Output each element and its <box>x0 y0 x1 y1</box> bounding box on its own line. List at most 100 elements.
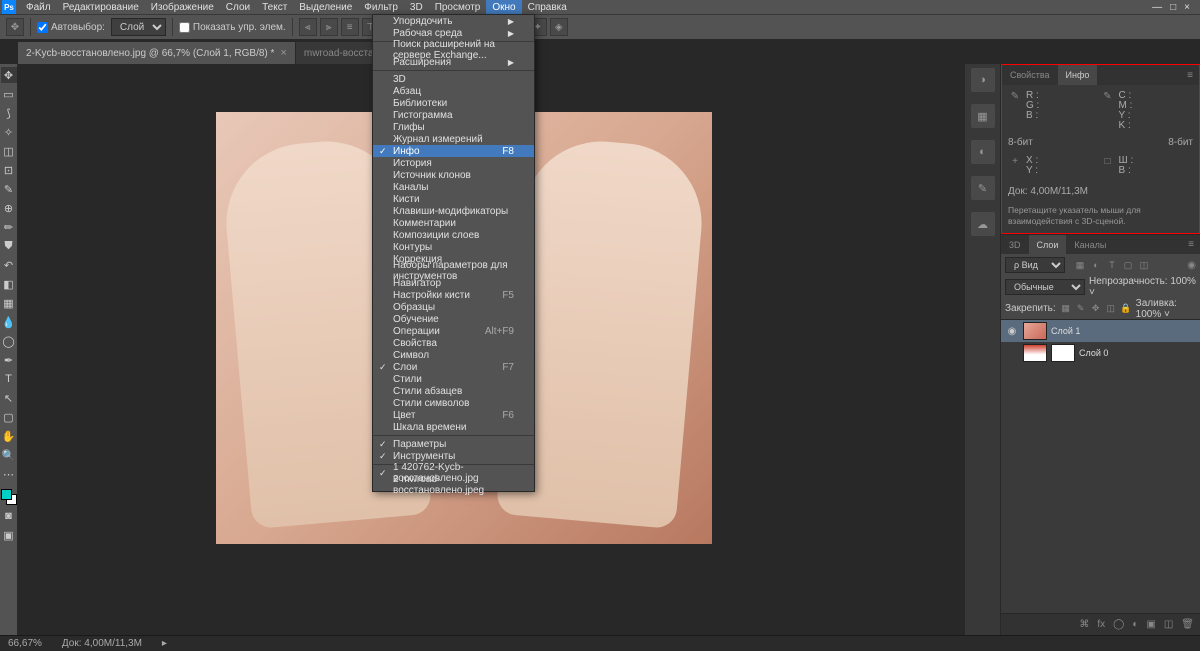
status-zoom[interactable]: 66,67% <box>8 638 42 649</box>
menu-item-свойства[interactable]: Свойства <box>373 337 534 349</box>
layer-filter-kind[interactable]: ρ Вид <box>1005 257 1065 273</box>
tab-channels[interactable]: Каналы <box>1066 235 1114 255</box>
3d-other-icon[interactable]: ◈ <box>550 18 568 36</box>
close-tab-icon[interactable]: × <box>280 47 286 59</box>
menu-image[interactable]: Изображение <box>145 0 220 14</box>
layer-name[interactable]: Слой 1 <box>1051 326 1080 336</box>
menu-item-стили-абзацев[interactable]: Стили абзацев <box>373 385 534 397</box>
menu-item-образцы[interactable]: Образцы <box>373 301 534 313</box>
menu-item-инфо[interactable]: ✓ИнфоF8 <box>373 145 534 157</box>
menu-item-цвет[interactable]: ЦветF6 <box>373 409 534 421</box>
tab-3d[interactable]: 3D <box>1001 235 1029 255</box>
eraser-tool[interactable]: ◧ <box>1 276 17 292</box>
menu-item-абзац[interactable]: Абзац <box>373 85 534 97</box>
filter-shape-icon[interactable]: ▢ <box>1121 258 1135 272</box>
history-brush-tool[interactable]: ↶ <box>1 257 17 273</box>
new-layer-icon[interactable]: ◫ <box>1164 619 1173 630</box>
autoselect-mode[interactable]: Слой <box>111 18 166 36</box>
link-layers-icon[interactable]: ⌘ <box>1079 619 1089 630</box>
menu-item-источник-клонов[interactable]: Источник клонов <box>373 169 534 181</box>
move-tool[interactable]: ✥ <box>1 67 17 83</box>
menu-window[interactable]: Окно <box>486 0 521 14</box>
menu-item-упорядочить[interactable]: Упорядочить▶ <box>373 15 534 27</box>
panel-menu-icon[interactable]: ≡ <box>1182 239 1200 250</box>
menu-item-3d[interactable]: 3D <box>373 73 534 85</box>
tab-info[interactable]: Инфо <box>1058 65 1098 85</box>
lock-all-icon[interactable]: 🔒 <box>1120 303 1132 315</box>
show-controls-checkbox[interactable]: Показать упр. элем. <box>179 22 286 33</box>
filter-adjust-icon[interactable]: ◐ <box>1089 258 1103 272</box>
menu-item-клавиши-модификаторы[interactable]: Клавиши-модификаторы <box>373 205 534 217</box>
menu-text[interactable]: Текст <box>256 0 293 14</box>
align-left-icon[interactable]: ⫷ <box>299 18 317 36</box>
dodge-tool[interactable]: ◯ <box>1 333 17 349</box>
layer-name[interactable]: Слой 0 <box>1079 348 1108 358</box>
swatches-dock-icon[interactable]: ▦ <box>971 104 995 128</box>
library-dock-icon[interactable]: ☁ <box>971 212 995 236</box>
menu-item-композиции-слоев[interactable]: Композиции слоев <box>373 229 534 241</box>
layer-row[interactable]: ◉ Слой 1 <box>1001 320 1200 342</box>
opacity-value[interactable]: 100% <box>1170 276 1196 287</box>
menu-item-стили-символов[interactable]: Стили символов <box>373 397 534 409</box>
adjust-dock-icon[interactable]: ◐ <box>971 140 995 164</box>
tool-preset-icon[interactable]: ✥ <box>6 18 24 36</box>
menu-item-глифы[interactable]: Глифы <box>373 121 534 133</box>
zoom-tool[interactable]: 🔍 <box>1 447 17 463</box>
document-tab[interactable]: 2-Kycb-восстановлено.jpg @ 66,7% (Слой 1… <box>18 42 295 64</box>
shape-tool[interactable]: ▢ <box>1 409 17 425</box>
menu-item-2-mwroad-восстановлено-jpeg[interactable]: 2 mwroad-восстановлено.jpeg <box>373 479 534 491</box>
pen-tool[interactable]: ✒ <box>1 352 17 368</box>
eyedropper-tool[interactable]: ✎ <box>1 181 17 197</box>
stamp-tool[interactable]: ⛊ <box>1 238 17 254</box>
lock-artboard-icon[interactable]: ◫ <box>1105 303 1117 315</box>
menu-item-инструменты[interactable]: ✓Инструменты <box>373 450 534 462</box>
menu-help[interactable]: Справка <box>522 0 573 14</box>
menu-item-каналы[interactable]: Каналы <box>373 181 534 193</box>
filter-smart-icon[interactable]: ◫ <box>1137 258 1151 272</box>
crop-tool[interactable]: ◫ <box>1 143 17 159</box>
marquee-tool[interactable]: ▭ <box>1 86 17 102</box>
tab-layers[interactable]: Слои <box>1029 235 1067 255</box>
fx-icon[interactable]: fx <box>1097 619 1105 630</box>
status-arrow-icon[interactable]: ▸ <box>162 638 167 649</box>
menu-layers[interactable]: Слои <box>220 0 256 14</box>
menu-file[interactable]: Файл <box>20 0 57 14</box>
align-center-icon[interactable]: ⫸ <box>320 18 338 36</box>
layer-thumbnail[interactable] <box>1023 344 1047 362</box>
wand-tool[interactable]: ✧ <box>1 124 17 140</box>
more-tools[interactable]: ⋯ <box>1 466 17 482</box>
mask-icon[interactable]: ◯ <box>1113 619 1124 630</box>
fill-value[interactable]: 100% <box>1136 309 1162 320</box>
blur-tool[interactable]: 💧 <box>1 314 17 330</box>
quickmask-tool[interactable]: ◙ <box>1 508 17 524</box>
layer-mask-thumbnail[interactable] <box>1051 344 1075 362</box>
menu-item-навигатор[interactable]: Навигатор <box>373 277 534 289</box>
blend-mode-select[interactable]: Обычные <box>1005 279 1085 295</box>
filter-text-icon[interactable]: T <box>1105 258 1119 272</box>
text-tool[interactable]: T <box>1 371 17 387</box>
menu-item-символ[interactable]: Символ <box>373 349 534 361</box>
menu-item-операции[interactable]: ОперацииAlt+F9 <box>373 325 534 337</box>
color-swatches[interactable] <box>1 489 17 505</box>
healing-tool[interactable]: ⊕ <box>1 200 17 216</box>
menu-item-обучение[interactable]: Обучение <box>373 313 534 325</box>
menu-item-контуры[interactable]: Контуры <box>373 241 534 253</box>
tab-properties[interactable]: Свойства <box>1002 65 1058 85</box>
menu-select[interactable]: Выделение <box>293 0 358 14</box>
menu-item-настройки-кисти[interactable]: Настройки кистиF5 <box>373 289 534 301</box>
adjust-layer-icon[interactable]: ◐ <box>1132 619 1138 630</box>
status-doc[interactable]: Док: 4,00M/11,3M <box>62 638 142 649</box>
menu-item-гистограмма[interactable]: Гистограмма <box>373 109 534 121</box>
menu-item-наборы-параметров-для-инструментов[interactable]: Наборы параметров для инструментов <box>373 265 534 277</box>
filter-toggle-icon[interactable]: ◉ <box>1187 260 1196 271</box>
layer-thumbnail[interactable] <box>1023 322 1047 340</box>
menu-item-история[interactable]: История <box>373 157 534 169</box>
layer-row[interactable]: Слой 0 <box>1001 342 1200 364</box>
brush-tool[interactable]: ✏ <box>1 219 17 235</box>
color-dock-icon[interactable]: ◑ <box>971 68 995 92</box>
menu-item-журнал-измерений[interactable]: Журнал измерений <box>373 133 534 145</box>
menu-item-стили[interactable]: Стили <box>373 373 534 385</box>
menu-item-комментарии[interactable]: Комментарии <box>373 217 534 229</box>
menu-edit[interactable]: Редактирование <box>57 0 145 14</box>
menu-item-кисти[interactable]: Кисти <box>373 193 534 205</box>
